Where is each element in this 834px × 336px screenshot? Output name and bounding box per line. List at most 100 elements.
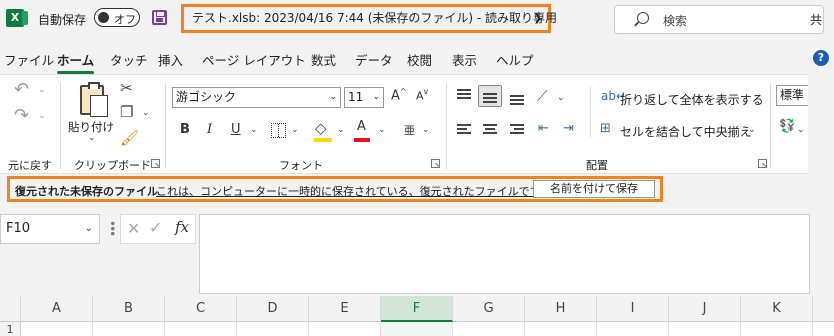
document-title: テスト.xlsb: 2023/04/16 7:44 (未保存のファイル) - 読… [192, 11, 558, 25]
font-name-value: 游ゴシック [176, 90, 237, 104]
font-color-icon[interactable]: A [357, 119, 366, 134]
format-painter-icon[interactable]: 🖌 [120, 129, 139, 147]
grid-cell[interactable] [669, 322, 741, 336]
column-header-g[interactable]: G [453, 296, 525, 322]
grid-cell[interactable] [165, 322, 237, 336]
undo-icon[interactable]: ↶ [14, 79, 29, 100]
column-header-b[interactable]: B [93, 296, 165, 322]
formula-bar-area: F10 ⌄ ••• ✕ ✓ fx [0, 204, 834, 296]
phonetic-icon[interactable]: 亜 [404, 122, 415, 138]
orientation-dropdown-icon[interactable]: ⌄ [557, 93, 565, 103]
accounting-dropdown-icon[interactable]: ⌄ [797, 125, 805, 135]
wrap-text-button[interactable]: 折り返して全体を表示する [620, 91, 764, 108]
grid-cell[interactable] [741, 322, 813, 336]
grow-font-icon[interactable]: A^ [391, 87, 407, 103]
tab-data[interactable]: データ [355, 50, 393, 69]
tab-touch[interactable]: タッチ [110, 50, 148, 69]
insert-function-icon[interactable]: fx [175, 218, 189, 236]
cut-icon[interactable]: ✂ [120, 79, 133, 97]
enter-entry-icon[interactable]: ✓ [149, 218, 162, 237]
chevron-down-icon: ⌄ [372, 92, 380, 102]
number-format-select[interactable]: 標準 [776, 85, 810, 106]
column-header-f[interactable]: F [381, 296, 453, 322]
help-icon[interactable]: ? [813, 50, 829, 66]
autosave-toggle[interactable]: オフ [94, 8, 140, 27]
tab-home[interactable]: ホーム [57, 50, 95, 74]
line [510, 132, 524, 134]
redo-dropdown-icon[interactable]: ⌄ [38, 111, 46, 121]
title-bar: X 自動保存 オフ テスト.xlsb: 2023/04/16 7:44 (未保存… [0, 0, 834, 38]
redo-icon[interactable]: ↷ [14, 105, 29, 126]
infobar-message-link[interactable]: これは、コンピューターに一時的に保存されている、復元されたファイルです。 [156, 183, 551, 199]
undo-dropdown-icon[interactable]: ⌄ [38, 85, 46, 95]
column-header-c[interactable]: C [165, 296, 237, 322]
decrease-indent-icon[interactable]: ⇤ [538, 121, 549, 136]
grid-cell[interactable] [597, 322, 669, 336]
select-all-corner[interactable] [0, 296, 21, 322]
shrink-font-icon[interactable]: Av [416, 87, 428, 103]
tab-view[interactable]: 表示 [452, 50, 477, 69]
excel-logo-icon: X [6, 9, 28, 27]
increase-indent-icon[interactable]: ⇥ [563, 121, 574, 136]
borders-dropdown-icon[interactable]: ⌄ [291, 125, 299, 135]
phonetic-dropdown-icon[interactable]: ⌄ [422, 125, 430, 135]
column-header-j[interactable]: J [669, 296, 741, 322]
share-button-partial[interactable]: 共 [810, 11, 822, 28]
search-placeholder: 検索 [663, 14, 688, 28]
column-header-a[interactable]: A [21, 296, 93, 322]
align-middle-button[interactable] [478, 85, 502, 107]
grid-cell[interactable] [21, 322, 93, 336]
font-color-dropdown-icon[interactable]: ⌄ [378, 125, 386, 135]
document-title-dropdown[interactable]: テスト.xlsb: 2023/04/16 7:44 (未保存のファイル) - 読… [181, 4, 557, 33]
grid-cell[interactable] [453, 322, 525, 336]
row-header[interactable]: 1 [0, 322, 21, 336]
paste-icon[interactable] [80, 82, 108, 117]
column-header-e[interactable]: E [309, 296, 381, 322]
name-box[interactable]: F10 ⌄ [0, 214, 100, 244]
merge-center-icon: ⊞ [600, 121, 611, 136]
font-size-select[interactable]: 11 ⌄ [344, 87, 384, 108]
grid-cell[interactable] [381, 322, 453, 336]
copy-dropdown-icon[interactable]: ⌄ [142, 108, 150, 118]
sheet-grid: 1 [0, 322, 834, 336]
save-icon[interactable] [152, 10, 167, 25]
accounting-format-icon[interactable]: 💱 [779, 119, 795, 134]
merge-dropdown-icon[interactable]: ⌄ [748, 125, 756, 135]
column-header-d[interactable]: D [237, 296, 309, 322]
ribbon-scroll-gap [808, 74, 834, 174]
merge-center-button[interactable]: セルを結合して中央揃え [620, 123, 752, 140]
column-header-k[interactable]: K [741, 296, 813, 322]
paste-dropdown-icon[interactable]: ⌄ [88, 133, 96, 143]
fill-color-icon[interactable]: ◇ [315, 119, 327, 137]
alignment-launcher-icon[interactable] [758, 159, 767, 168]
borders-icon[interactable] [271, 123, 286, 138]
column-header-i[interactable]: I [597, 296, 669, 322]
line [457, 128, 467, 130]
column-header-h[interactable]: H [525, 296, 597, 322]
resize-handle-icon[interactable]: ••• [105, 220, 119, 235]
italic-button[interactable]: I [207, 122, 212, 137]
fill-color-dropdown-icon[interactable]: ⌄ [337, 125, 345, 135]
orientation-icon[interactable]: ⟋ [537, 87, 548, 105]
font-launcher-icon[interactable] [431, 159, 440, 168]
save-as-button[interactable]: 名前を付けて保存 [533, 180, 655, 198]
underline-button[interactable]: U [231, 122, 241, 137]
grid-cell[interactable] [309, 322, 381, 336]
tab-formulas[interactable]: 数式 [311, 50, 336, 69]
formula-input[interactable] [199, 214, 810, 294]
font-name-select[interactable]: 游ゴシック ⌄ [172, 87, 341, 108]
search-box[interactable]: 検索 [614, 5, 824, 34]
grid-cell[interactable] [237, 322, 309, 336]
underline-dropdown-icon[interactable]: ⌄ [250, 125, 258, 135]
bold-button[interactable]: B [180, 122, 190, 137]
tab-review[interactable]: 校閲 [407, 50, 432, 69]
copy-icon[interactable]: ❐ [120, 103, 133, 121]
tab-file[interactable]: ファイル [4, 50, 54, 69]
tab-insert[interactable]: 挿入 [158, 50, 183, 69]
clipboard-launcher-icon[interactable] [151, 159, 160, 168]
tab-page-layout[interactable]: ページ レイアウト [202, 50, 306, 69]
grid-cell[interactable] [525, 322, 597, 336]
tab-help[interactable]: ヘルプ [496, 50, 534, 69]
cancel-entry-icon[interactable]: ✕ [127, 219, 140, 238]
grid-cell[interactable] [93, 322, 165, 336]
